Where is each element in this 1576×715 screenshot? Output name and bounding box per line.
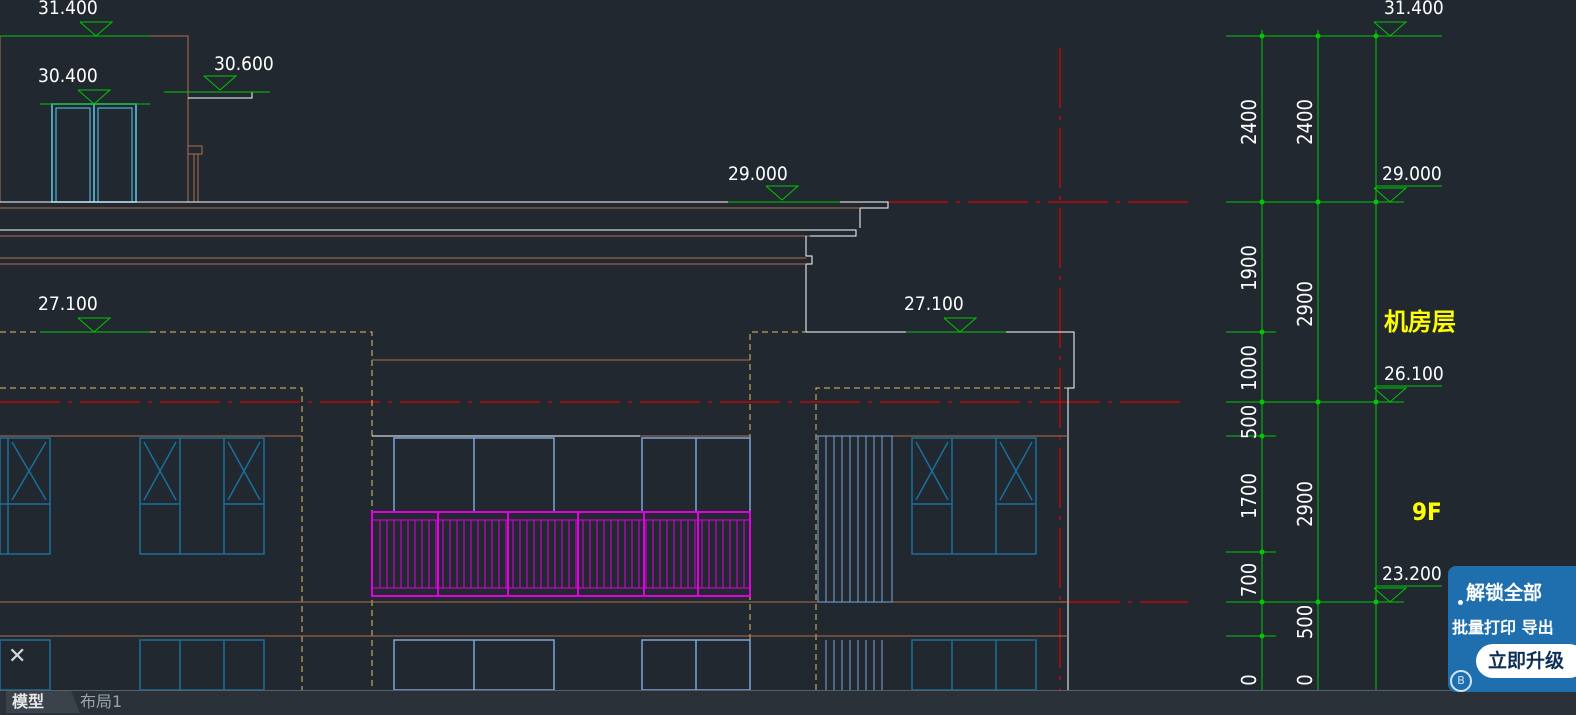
dim-c1-2: 1000 [1237,345,1261,391]
elev-parapet: 30.600 [214,53,274,75]
balcony-glazing [393,437,751,691]
dimension-ticks [1259,33,1379,639]
dim-c1-3: 500 [1237,405,1261,439]
balcony-railing [371,511,751,597]
drawing-canvas[interactable]: 31.400 30.400 30.600 29.000 27.100 27.10… [0,0,1576,691]
elev-right-29: 29.000 [1382,163,1442,185]
floor-label-machine-room: 机房层 [1384,308,1456,336]
tab-model[interactable]: 模型 [6,691,80,713]
dim-c2-4: 0 [1293,674,1317,685]
info-badge-icon: B [1450,670,1472,692]
dim-c1-5: 700 [1237,563,1261,597]
dim-c2-2: 2900 [1293,481,1317,527]
elev-top-left: 31.400 [38,0,98,19]
dim-c2-1: 2900 [1293,281,1317,327]
dim-c1-0: 2400 [1237,99,1261,145]
dim-c2-0: 2400 [1293,99,1317,145]
elev-door: 30.400 [38,65,98,87]
elev-roof: 29.000 [728,163,788,185]
tab-layout1[interactable]: 布局1 [70,691,156,713]
axis-lines [0,48,1188,690]
dim-c2-3: 500 [1293,605,1317,639]
elevation-labels: 31.400 30.400 30.600 29.000 27.100 27.10… [38,0,1444,585]
elev-right-23: 23.200 [1382,563,1442,585]
elev-left-27: 27.100 [38,293,98,315]
elevation-markers [0,21,1442,603]
dimension-labels: 2400 1900 1000 500 1700 700 0 2400 2900 … [1237,99,1317,686]
floor-label-9f: 9F [1412,498,1442,526]
promo-title: 解锁全部 [1466,582,1543,604]
upgrade-promo-panel[interactable]: 解锁全部 批量打印 导出 立即升级 B [1448,566,1576,692]
dim-c1-1: 1900 [1237,245,1261,291]
elev-top-right: 31.400 [1384,0,1444,19]
elev-mid-27: 27.100 [904,293,964,315]
elev-right-26: 26.100 [1384,363,1444,385]
roof-slab [0,201,889,332]
floor-labels: 机房层 9F [1384,308,1456,526]
promo-subtitle: 批量打印 导出 [1452,618,1554,637]
upgrade-now-button[interactable]: 立即升级 [1476,644,1576,678]
close-icon[interactable]: ✕ [8,644,26,669]
dim-c1-6: 0 [1237,674,1261,685]
windows [0,437,1037,691]
promo-dot [1458,600,1463,605]
louvres [817,435,893,690]
layout-tab-bar: 模型 布局1 [0,690,1576,715]
dim-c1-4: 1700 [1237,473,1261,519]
